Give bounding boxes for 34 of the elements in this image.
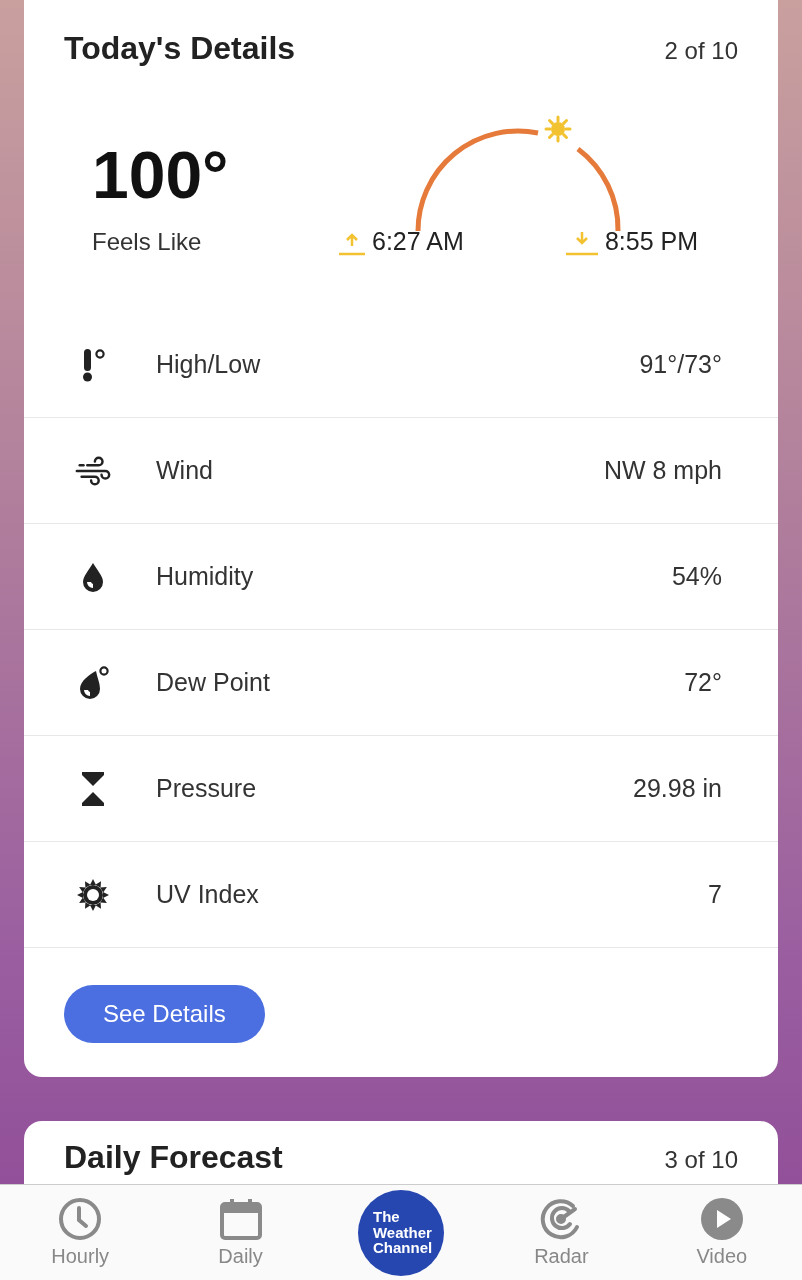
detail-value: 91°/73°	[639, 350, 722, 379]
detail-value: 54%	[671, 562, 722, 591]
tab[interactable]: Hourly	[0, 1185, 161, 1280]
detail-label: Wind	[156, 456, 214, 485]
wind-icon	[74, 454, 112, 487]
tab[interactable]: Radar	[481, 1185, 642, 1280]
card-title: Daily Forecast	[64, 1139, 283, 1176]
weather-channel-logo[interactable]: The Weather Channel	[358, 1189, 444, 1276]
sunrise-time: 6:27 AM	[372, 227, 464, 256]
sunset-time: 8:55 PM	[604, 227, 698, 256]
detail-value: NW 8 mph	[603, 456, 722, 485]
feels-like-label: Feels Like	[92, 228, 202, 256]
detail-value: 72°	[684, 668, 722, 697]
detail-label: Pressure	[156, 774, 258, 803]
page-counter: 3 of 10	[664, 1146, 738, 1174]
detail-label: Dew Point	[156, 668, 271, 697]
detail-label: UV Index	[156, 880, 260, 909]
detail-label: High/Low	[156, 350, 262, 379]
page-counter: 2 of 10	[664, 37, 738, 65]
tab[interactable]: Daily	[160, 1185, 321, 1280]
play-icon	[699, 1197, 744, 1241]
sunrise-icon	[338, 232, 366, 256]
card-title: Today's Details	[64, 30, 296, 67]
sunset-icon	[564, 230, 599, 256]
feels-like-temperature: 100°	[92, 142, 229, 208]
sun-icon	[76, 877, 110, 912]
pressure-icon	[80, 769, 106, 808]
calendar-icon	[218, 1197, 263, 1241]
clock-icon	[58, 1197, 103, 1241]
detail-value: 29.98 in	[633, 774, 722, 803]
detail-value: 7	[708, 880, 722, 909]
tab[interactable]: Video	[641, 1185, 802, 1280]
detail-label: Humidity	[156, 562, 255, 591]
see-details-button[interactable]: See Details	[64, 985, 265, 1043]
